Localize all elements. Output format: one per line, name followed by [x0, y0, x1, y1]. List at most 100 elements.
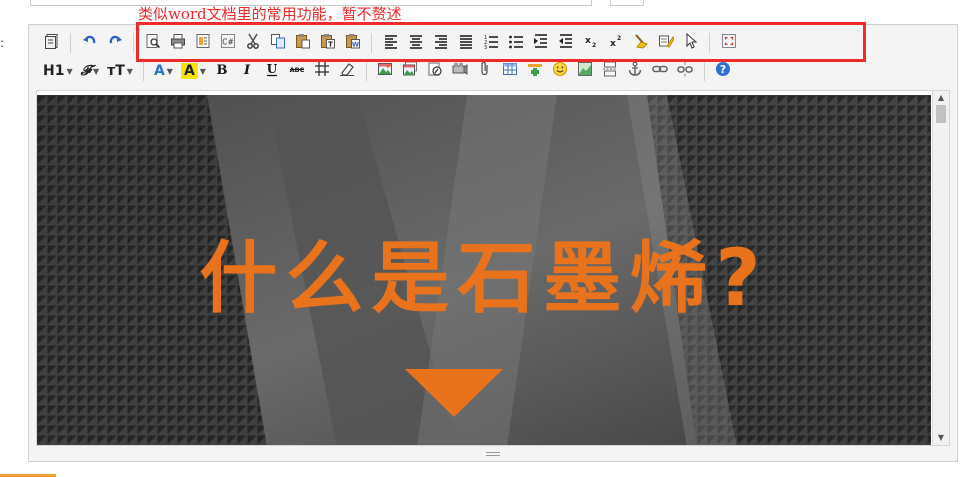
align-center-button[interactable] — [404, 32, 427, 54]
align-right-button[interactable] — [429, 32, 452, 54]
help-button[interactable]: ? — [712, 60, 735, 82]
multi-image-icon — [402, 61, 418, 81]
line-height-button[interactable] — [311, 60, 334, 82]
select-all-icon — [683, 32, 699, 53]
table-button[interactable] — [499, 60, 522, 82]
scroll-thumb[interactable] — [936, 105, 946, 123]
horizontal-rule-icon — [527, 61, 543, 81]
flash-button[interactable] — [424, 60, 447, 82]
underline-icon: U — [264, 61, 280, 81]
source-code-button[interactable] — [40, 32, 63, 54]
editor-resize-bar[interactable] — [29, 445, 957, 461]
attachment-icon — [477, 61, 493, 81]
heading-dropdown-label: H1 — [43, 63, 65, 79]
align-left-button[interactable] — [379, 32, 402, 54]
font-color-dropdown[interactable]: A ▼ — [150, 60, 177, 82]
preview-button[interactable] — [141, 32, 164, 54]
svg-text:3: 3 — [484, 45, 487, 49]
clear-format-button[interactable] — [629, 32, 652, 54]
unordered-list-icon — [508, 33, 524, 53]
link-button[interactable] — [649, 60, 672, 82]
indent-button[interactable] — [529, 32, 552, 54]
page-break-icon — [602, 61, 618, 81]
eraser-button[interactable] — [336, 60, 359, 82]
resize-grip-icon[interactable] — [486, 449, 500, 458]
toolbar-separator — [142, 61, 144, 81]
paste-text-button[interactable]: T — [316, 32, 339, 54]
paste-button[interactable] — [291, 32, 314, 54]
code-csharp-icon: C# — [220, 33, 236, 53]
strikethrough-icon: ABC — [289, 61, 305, 81]
svg-text:B: B — [217, 63, 228, 77]
print-icon — [170, 33, 186, 53]
toolbar-separator — [70, 33, 71, 53]
media-button[interactable] — [449, 60, 472, 82]
flash-icon — [427, 61, 443, 81]
code-csharp-button[interactable]: C# — [216, 32, 239, 54]
align-center-icon — [408, 33, 424, 53]
image-button[interactable] — [374, 60, 397, 82]
select-all-button[interactable] — [679, 32, 702, 54]
fullscreen-button[interactable] — [717, 32, 740, 54]
attachment-button[interactable] — [474, 60, 497, 82]
cut-button[interactable] — [241, 32, 264, 54]
dropdown-arrow-icon: ▼ — [66, 66, 73, 76]
bold-button[interactable]: B — [211, 60, 234, 82]
toolbar-separator — [709, 33, 710, 53]
align-right-icon — [433, 33, 449, 53]
svg-text:x: x — [585, 36, 591, 46]
redo-button[interactable] — [103, 32, 126, 54]
bold-icon: B — [214, 61, 230, 81]
undo-icon — [82, 33, 98, 53]
anchor-button[interactable] — [624, 60, 647, 82]
unordered-list-button[interactable] — [504, 32, 527, 54]
page-break-button[interactable] — [599, 60, 622, 82]
font-size-dropdown-label: тT — [107, 63, 125, 79]
undo-button[interactable] — [78, 32, 101, 54]
svg-text:U: U — [267, 62, 278, 76]
svg-text:W: W — [351, 41, 358, 49]
map-icon — [577, 61, 593, 81]
media-icon — [452, 61, 468, 81]
print-button[interactable] — [166, 32, 189, 54]
underline-button[interactable]: U — [261, 60, 284, 82]
toolbar-separator — [365, 61, 367, 81]
banner-title-text: 什么是石墨烯? — [199, 234, 768, 324]
unlink-button[interactable] — [674, 60, 697, 82]
paste-icon — [295, 33, 311, 53]
multi-image-button[interactable] — [399, 60, 422, 82]
scroll-up-arrow-icon[interactable]: ▲ — [933, 91, 949, 105]
redo-icon — [107, 33, 123, 53]
copy-button[interactable] — [266, 32, 289, 54]
highlight-color-dropdown[interactable]: A ▼ — [177, 60, 210, 82]
heading-dropdown[interactable]: H1 ▼ — [39, 60, 77, 82]
italic-button[interactable]: I — [236, 60, 259, 82]
template-button[interactable] — [191, 32, 214, 54]
vertical-scrollbar[interactable]: ▲ ▼ — [932, 91, 949, 445]
rich-text-editor: C#TW123x2x2 H1▼𝓕▼тT▼A▼A▼BIUABC? — [28, 24, 958, 462]
subscript-button[interactable]: x2 — [579, 32, 602, 54]
anchor-icon — [627, 61, 643, 81]
scroll-down-arrow-icon[interactable]: ▼ — [933, 431, 949, 445]
toolbar-row-2: H1▼𝓕▼тT▼A▼A▼BIUABC? — [39, 57, 736, 85]
editor-content-area[interactable]: 什么是石墨烯? ▲ ▼ — [36, 90, 950, 446]
horizontal-rule-button[interactable] — [524, 60, 547, 82]
fullscreen-icon — [721, 33, 737, 53]
image-icon — [377, 61, 393, 81]
align-justify-button[interactable] — [454, 32, 477, 54]
map-button[interactable] — [574, 60, 597, 82]
strikethrough-button[interactable]: ABC — [286, 60, 309, 82]
format-painter-button[interactable] — [654, 32, 677, 54]
font-size-dropdown[interactable]: тT ▼ — [103, 60, 137, 82]
paste-word-button[interactable]: W — [341, 32, 364, 54]
outdent-button[interactable] — [554, 32, 577, 54]
table-icon — [502, 61, 518, 81]
superscript-button[interactable]: x2 — [604, 32, 627, 54]
font-color-dropdown-label: A — [153, 63, 165, 79]
outdent-icon — [558, 33, 574, 53]
svg-text:I: I — [243, 63, 251, 77]
font-family-dropdown[interactable]: 𝓕 ▼ — [77, 60, 104, 82]
emoticon-button[interactable] — [549, 60, 572, 82]
superscript-icon: x2 — [608, 33, 624, 53]
ordered-list-button[interactable]: 123 — [479, 32, 502, 54]
